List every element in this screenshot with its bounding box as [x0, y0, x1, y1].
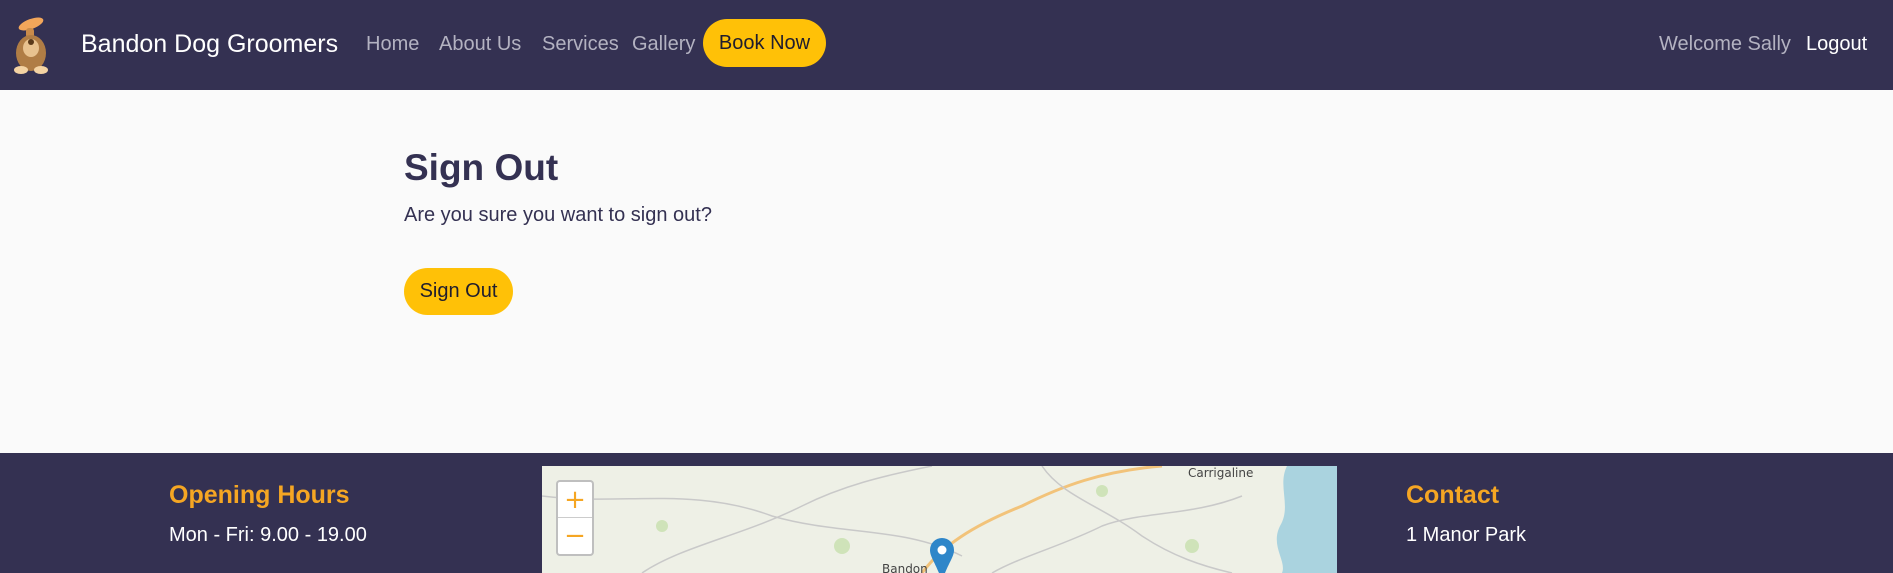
map-label-carrigaline: Carrigaline — [1188, 466, 1254, 480]
zoom-out-button[interactable]: − — [558, 518, 592, 554]
welcome-text: Welcome Sally — [1659, 33, 1791, 55]
nav-link-gallery[interactable]: Gallery — [632, 31, 695, 57]
brand-link[interactable]: Bandon Dog Groomers — [81, 28, 338, 60]
nav-link-about-us[interactable]: About Us — [439, 31, 521, 57]
opening-hours-heading: Opening Hours — [169, 481, 350, 509]
map-zoom-control: + − — [556, 480, 594, 556]
navbar: Bandon Dog Groomers Home About Us Servic… — [0, 0, 1893, 90]
confirm-text: Are you sure you want to sign out? — [404, 204, 712, 226]
dog-logo-icon[interactable] — [8, 8, 54, 76]
sign-out-button[interactable]: Sign Out — [404, 268, 513, 315]
map-label-bandon: Bandon — [882, 562, 928, 573]
location-map[interactable]: Carrigaline Bandon + − — [542, 466, 1337, 573]
contact-address: 1 Manor Park — [1406, 524, 1527, 546]
opening-hours-line: Mon - Fri: 9.00 - 19.00 — [169, 524, 367, 546]
zoom-in-button[interactable]: + — [558, 482, 592, 518]
book-now-button[interactable]: Book Now — [703, 19, 826, 67]
nav-link-services[interactable]: Services — [542, 31, 619, 57]
logout-link[interactable]: Logout — [1806, 31, 1867, 57]
map-tiles — [542, 466, 1337, 573]
nav-link-home[interactable]: Home — [366, 31, 419, 57]
contact-heading: Contact — [1406, 481, 1500, 509]
page-title: Sign Out — [404, 147, 559, 188]
